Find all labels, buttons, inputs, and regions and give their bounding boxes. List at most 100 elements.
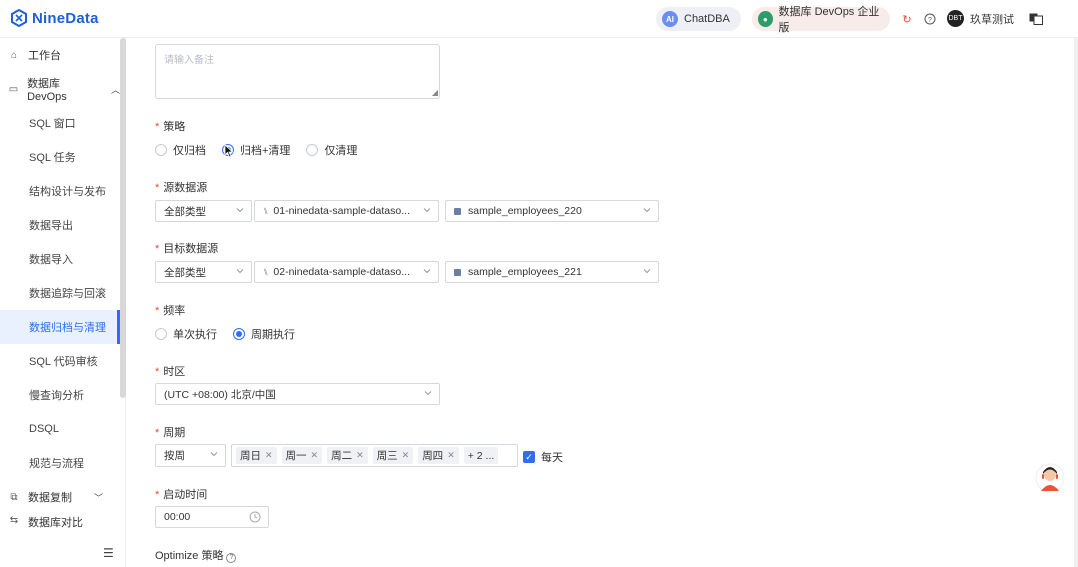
source-label: * 源数据源 bbox=[155, 182, 208, 194]
sidebar-item-devops[interactable]: ▭ 数据库 DevOps ︿ bbox=[0, 72, 120, 106]
target-datasource-select[interactable]: ⑊ 02-ninedata-sample-dataso... bbox=[254, 261, 439, 283]
chevron-down-icon bbox=[236, 269, 244, 274]
database-icon bbox=[454, 268, 461, 276]
period-label: * 周期 bbox=[155, 427, 186, 439]
period-unit-select[interactable]: 按周 bbox=[155, 444, 226, 467]
source-database-select[interactable]: sample_employees_220 bbox=[445, 200, 659, 222]
remark-textarea[interactable]: 请输入备注 ◢ bbox=[155, 44, 440, 99]
sidebar-item-label: 数据归档与清理 bbox=[29, 322, 106, 334]
source-datasource-select[interactable]: ⑊ 01-ninedata-sample-dataso... bbox=[254, 200, 439, 222]
sidebar-item-label: 数据复制 bbox=[28, 492, 72, 504]
timezone-select[interactable]: (UTC +08:00) 北京/中国 bbox=[155, 383, 440, 405]
sidebar-item-sql-task[interactable]: SQL 任务 bbox=[0, 140, 120, 174]
logo-text: NineData bbox=[32, 9, 99, 27]
chatdba-icon: AI bbox=[662, 11, 678, 27]
sidebar-item-label: SQL 窗口 bbox=[29, 118, 76, 130]
chevron-down-icon: ﹀ bbox=[94, 492, 104, 503]
sidebar-item-label: 数据导出 bbox=[29, 220, 73, 232]
sidebar-item-data-import[interactable]: 数据导入 bbox=[0, 242, 120, 276]
datasource-icon: ⑊ bbox=[263, 267, 269, 277]
sidebar-item-label: 规范与流程 bbox=[29, 458, 84, 470]
sidebar-item-archive-cleanup[interactable]: 数据归档与清理 bbox=[0, 310, 120, 344]
close-icon[interactable]: ✕ bbox=[356, 450, 364, 461]
support-assistant-button[interactable] bbox=[1035, 463, 1065, 493]
timezone-label: * 时区 bbox=[155, 366, 186, 378]
compare-icon: ⇆ bbox=[9, 514, 19, 526]
chevron-down-icon bbox=[423, 208, 431, 213]
sidebar-item-dsql[interactable]: DSQL bbox=[0, 412, 120, 446]
day-tag: 周日 ✕ bbox=[236, 447, 277, 464]
resize-handle-icon[interactable]: ◢ bbox=[432, 88, 438, 97]
strategy-cleanup-only[interactable]: 仅清理 bbox=[306, 142, 357, 158]
language-icon[interactable] bbox=[1029, 12, 1043, 26]
user-menu[interactable]: DBT 玖草测试 bbox=[947, 10, 1014, 27]
sidebar: ⌂ 工作台 ▭ 数据库 DevOps ︿ SQL 窗口 SQL 任务 结构设计与… bbox=[0, 38, 126, 567]
sidebar-item-sql-window[interactable]: SQL 窗口 bbox=[0, 106, 120, 140]
day-tag: 周二 ✕ bbox=[327, 447, 368, 464]
start-time-label: * 启动时间 bbox=[155, 489, 208, 501]
avatar: DBT bbox=[947, 10, 964, 27]
assistant-avatar-icon bbox=[1035, 463, 1065, 493]
target-database-select[interactable]: sample_employees_221 bbox=[445, 261, 659, 283]
freq-once[interactable]: 单次执行 bbox=[155, 326, 217, 342]
sidebar-item-data-tracking[interactable]: 数据追踪与回滚 bbox=[0, 276, 120, 310]
sidebar-item-data-export[interactable]: 数据导出 bbox=[0, 208, 120, 242]
chevron-up-icon: ︿ bbox=[110, 84, 120, 95]
radio-icon bbox=[306, 144, 319, 156]
sidebar-item-policy[interactable]: 规范与流程 bbox=[0, 446, 120, 480]
sidebar-item-replication[interactable]: ⧉ 数据复制 ﹀ bbox=[0, 480, 120, 514]
svg-text:?: ? bbox=[928, 17, 932, 24]
freq-periodic[interactable]: 周期执行 bbox=[233, 326, 295, 342]
sidebar-item-label: 结构设计与发布 bbox=[29, 186, 106, 198]
optimize-label: Optimize 策略? bbox=[155, 547, 237, 563]
globe-icon: ● bbox=[758, 11, 773, 27]
everyday-checkbox[interactable]: ✓ 每天 bbox=[523, 449, 563, 465]
close-icon[interactable]: ✕ bbox=[402, 450, 410, 461]
sidebar-item-compare[interactable]: ⇆ 数据库对比 bbox=[0, 514, 120, 538]
strategy-archive-only[interactable]: 仅归档 bbox=[155, 142, 206, 158]
replication-icon: ⧉ bbox=[10, 491, 18, 503]
top-bar: NineData AI ChatDBA ● 数据库 DevOps 企业版 ↻ ?… bbox=[0, 0, 1078, 38]
close-icon[interactable]: ✕ bbox=[447, 450, 455, 461]
notification-icon[interactable]: ↻ bbox=[900, 12, 914, 26]
close-icon[interactable]: ✕ bbox=[311, 450, 319, 461]
sidebar-item-schema-design[interactable]: 结构设计与发布 bbox=[0, 174, 120, 208]
radio-icon bbox=[155, 328, 167, 340]
sidebar-item-label: SQL 任务 bbox=[29, 152, 76, 164]
sidebar-item-label: 数据追踪与回滚 bbox=[29, 288, 106, 300]
start-time-input[interactable]: 00:00 bbox=[155, 506, 269, 528]
sidebar-item-label: 数据库 DevOps bbox=[27, 78, 67, 103]
frequency-radio-group: 单次执行 周期执行 bbox=[155, 326, 295, 342]
target-label: * 目标数据源 bbox=[155, 243, 219, 255]
home-icon: ⌂ bbox=[10, 49, 18, 61]
main-scrollbar[interactable] bbox=[1074, 38, 1078, 567]
chatdba-button[interactable]: AI ChatDBA bbox=[656, 7, 741, 31]
sidebar-item-label: 慢查询分析 bbox=[29, 390, 84, 402]
sidebar-item-label: 数据导入 bbox=[29, 254, 73, 266]
source-type-select[interactable]: 全部类型 bbox=[155, 200, 252, 222]
sidebar-item-label: 工作台 bbox=[28, 50, 61, 62]
datasource-icon: ⑊ bbox=[263, 206, 269, 216]
radio-icon bbox=[155, 144, 167, 156]
strategy-label: * 策略 bbox=[155, 121, 186, 133]
edition-button[interactable]: ● 数据库 DevOps 企业版 bbox=[752, 6, 890, 34]
period-days-select[interactable]: 周日 ✕ 周一 ✕ 周二 ✕ 周三 ✕ 周四 ✕ + 2 ... bbox=[231, 444, 518, 467]
close-icon[interactable]: ✕ bbox=[265, 450, 273, 461]
collapse-menu-icon[interactable]: ☰ bbox=[103, 546, 114, 560]
logo[interactable]: NineData bbox=[10, 9, 99, 27]
radio-checked-icon bbox=[233, 328, 245, 340]
target-type-select[interactable]: 全部类型 bbox=[155, 261, 252, 283]
chevron-down-icon bbox=[423, 269, 431, 274]
sidebar-item-workbench[interactable]: ⌂ 工作台 bbox=[0, 38, 120, 72]
chevron-down-icon bbox=[424, 391, 432, 396]
monitor-icon: ▭ bbox=[8, 83, 19, 95]
edition-label: 数据库 DevOps 企业版 bbox=[778, 6, 880, 34]
clock-icon bbox=[249, 511, 261, 523]
sidebar-item-sql-review[interactable]: SQL 代码审核 bbox=[0, 344, 120, 378]
sidebar-item-label: DSQL bbox=[29, 423, 59, 435]
help-icon[interactable]: ? bbox=[923, 12, 937, 26]
sidebar-item-slow-query[interactable]: 慢查询分析 bbox=[0, 378, 120, 412]
help-icon[interactable]: ? bbox=[226, 552, 237, 563]
day-tag: 周三 ✕ bbox=[372, 447, 414, 464]
database-icon bbox=[454, 207, 461, 215]
